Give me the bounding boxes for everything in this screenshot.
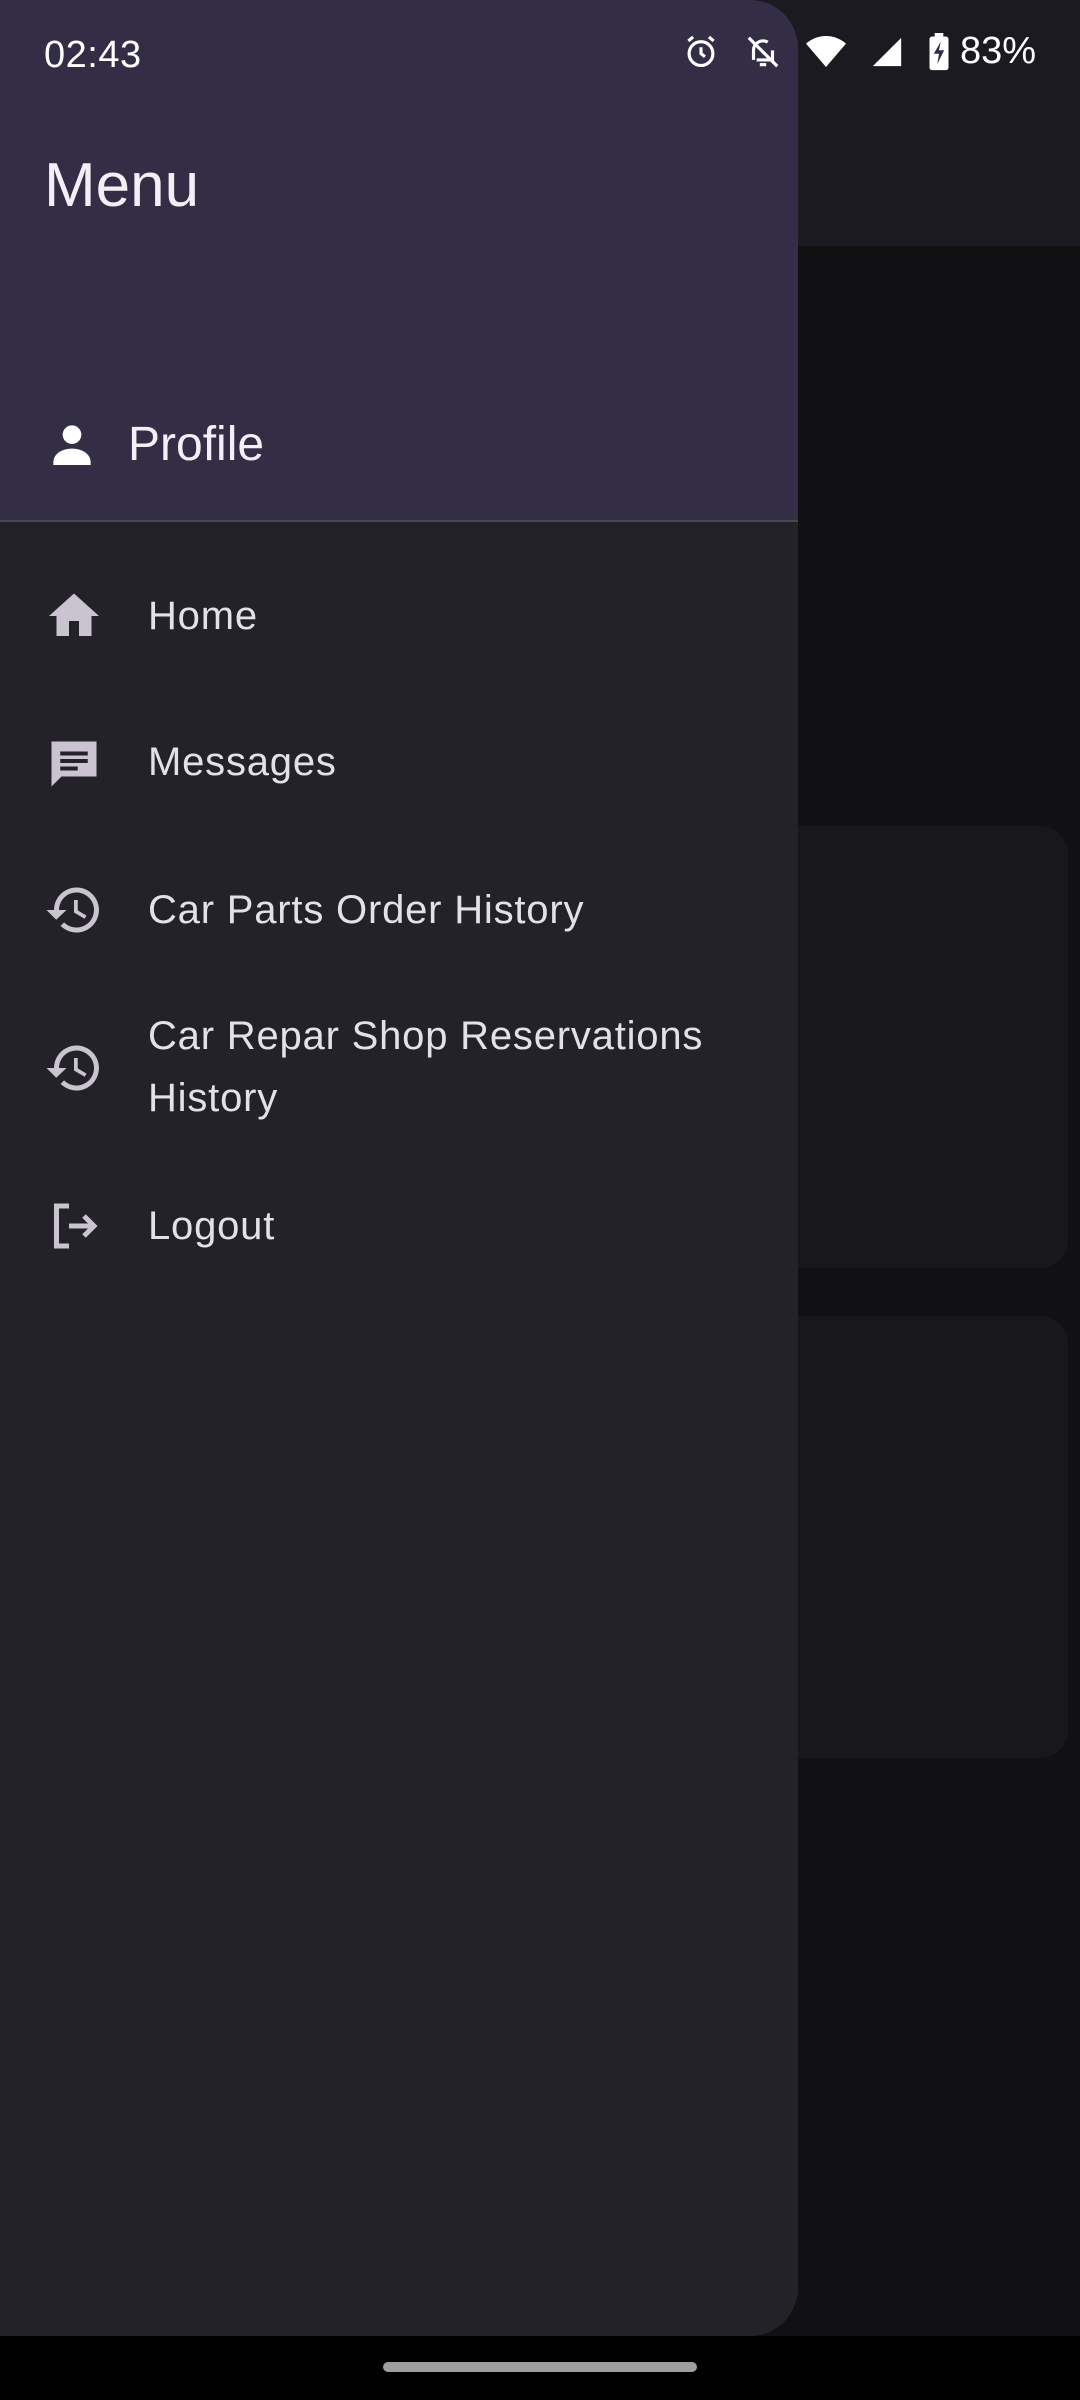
menu-item-car-parts-order-history[interactable]: Car Parts Order History <box>0 874 798 946</box>
battery-percentage: 83% <box>959 30 1036 72</box>
menu-item-messages[interactable]: Messages <box>0 726 798 798</box>
menu-item-label: Logout <box>148 1204 276 1248</box>
drawer-title: Menu <box>44 151 200 220</box>
notifications-off-icon <box>747 36 779 67</box>
menu-item-label: Car Parts Order History <box>148 888 585 932</box>
status-time: 02:43 <box>44 34 142 76</box>
status-icons: 83% <box>682 30 1036 73</box>
wifi-icon <box>805 35 846 67</box>
drawer-header: 02:43 Menu Profile <box>0 0 798 522</box>
battery-charging-icon <box>929 32 949 70</box>
menu-item-car-repair-shop-reservations-history[interactable]: Car Repar Shop Reservations History <box>0 1000 798 1136</box>
person-icon <box>53 425 91 465</box>
profile-item[interactable]: Profile <box>44 416 264 472</box>
menu-item-label: Car Repar Shop Reservations History <box>148 1014 704 1120</box>
profile-label: Profile <box>128 417 265 471</box>
menu-item-logout[interactable]: Logout <box>0 1190 798 1262</box>
history-icon <box>46 887 99 933</box>
message-icon <box>51 741 97 787</box>
alarm-icon <box>687 35 715 67</box>
cellular-signal-icon <box>872 37 902 66</box>
menu-item-label: Messages <box>148 740 337 784</box>
navigation-drawer: 02:43 Menu Profile Home Messages Car Par… <box>0 0 798 2336</box>
history-icon <box>46 1045 99 1091</box>
logout-icon <box>54 1203 98 1249</box>
home-icon <box>49 593 99 636</box>
menu-item-label: Home <box>148 594 258 638</box>
menu-item-home[interactable]: Home <box>0 580 798 652</box>
home-gesture-handle[interactable] <box>383 2362 697 2372</box>
